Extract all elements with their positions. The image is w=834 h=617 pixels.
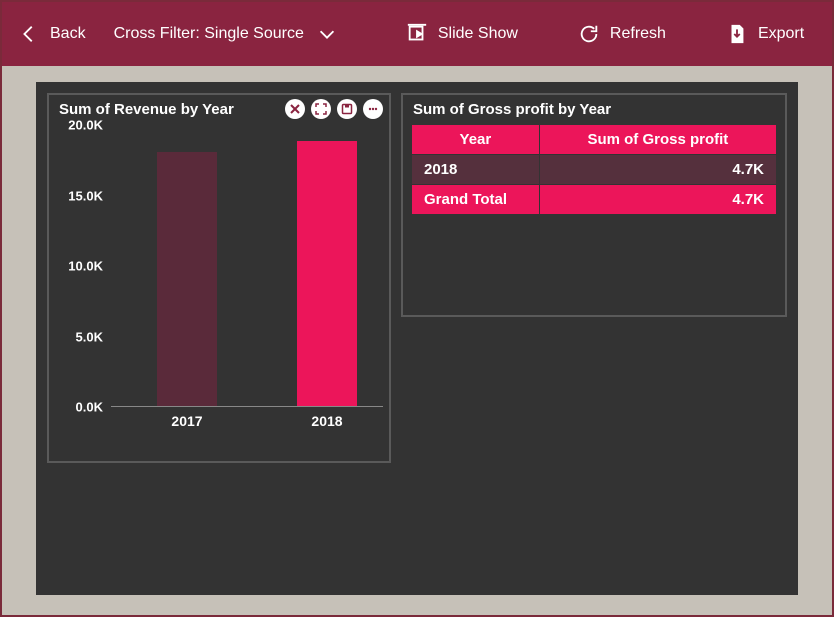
cell-year: 2018 — [412, 155, 540, 185]
close-panel-button[interactable] — [285, 99, 305, 119]
y-tick-label: 5.0K — [49, 329, 103, 344]
table-total-row: Grand Total 4.7K — [412, 185, 777, 215]
refresh-button[interactable]: Refresh — [572, 2, 672, 66]
y-tick-label: 20.0K — [49, 118, 103, 133]
y-tick-label: 15.0K — [49, 188, 103, 203]
chevron-down-icon — [316, 23, 338, 45]
slide-show-button[interactable]: Slide Show — [400, 2, 524, 66]
chart-bar[interactable] — [297, 141, 357, 406]
panel-actions — [285, 99, 383, 119]
refresh-icon — [578, 23, 600, 45]
y-axis: 0.0K5.0K10.0K15.0K20.0K — [49, 125, 107, 407]
cross-filter-label: Cross Filter: Single Source — [114, 25, 304, 43]
chart-area: 0.0K5.0K10.0K15.0K20.0K 20172018 — [49, 125, 389, 453]
gross-profit-table-panel: Sum of Gross profit by Year Year Sum of … — [401, 93, 787, 317]
toolbar: Back Cross Filter: Single Source Slide S… — [2, 2, 832, 66]
save-panel-button[interactable] — [337, 99, 357, 119]
gross-profit-table: Year Sum of Gross profit 2018 4.7K Grand… — [411, 124, 777, 215]
x-axis: 2017 2018 — [111, 413, 383, 437]
col-year: Year — [412, 125, 540, 155]
y-tick-label: 10.0K — [49, 259, 103, 274]
y-tick-label: 0.0K — [49, 400, 103, 415]
total-label: Grand Total — [412, 185, 540, 215]
back-icon — [18, 23, 40, 45]
export-button[interactable]: Export — [720, 2, 810, 66]
chart-bar[interactable] — [157, 152, 217, 406]
slide-show-label: Slide Show — [438, 25, 518, 43]
col-value: Sum of Gross profit — [539, 125, 776, 155]
x-tick-label: 2017 — [157, 413, 217, 429]
refresh-label: Refresh — [610, 25, 666, 43]
cell-value: 4.7K — [539, 155, 776, 185]
chart-plot[interactable] — [111, 125, 383, 407]
expand-panel-button[interactable] — [311, 99, 331, 119]
export-icon — [726, 23, 748, 45]
table-row[interactable]: 2018 4.7K — [412, 155, 777, 185]
back-label: Back — [50, 25, 86, 43]
back-button[interactable]: Back — [12, 2, 92, 66]
x-tick-label: 2018 — [297, 413, 357, 429]
table-title: Sum of Gross profit by Year — [403, 95, 785, 122]
table-header-row: Year Sum of Gross profit — [412, 125, 777, 155]
export-label: Export — [758, 25, 804, 43]
dashboard-stage: Sum of Revenue by Year — [36, 82, 798, 595]
cross-filter-dropdown[interactable]: Cross Filter: Single Source — [108, 2, 344, 66]
slide-show-icon — [406, 23, 428, 45]
revenue-chart-panel: Sum of Revenue by Year — [47, 93, 391, 463]
total-value: 4.7K — [539, 185, 776, 215]
more-panel-button[interactable] — [363, 99, 383, 119]
